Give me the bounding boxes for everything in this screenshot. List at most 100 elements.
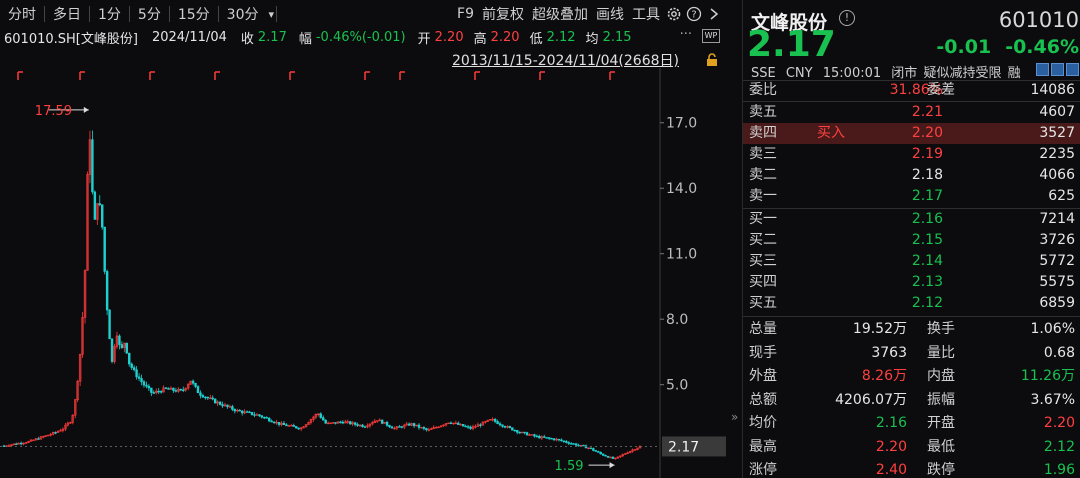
- candle-body: [501, 424, 504, 427]
- candle-body: [179, 388, 183, 391]
- draw-line-button[interactable]: 画线: [592, 4, 628, 24]
- candle-body: [19, 442, 23, 445]
- candle-body: [547, 437, 551, 439]
- candle-body: [135, 369, 138, 378]
- stat-label: 内盘: [927, 368, 955, 384]
- close-label: 收: [240, 31, 254, 47]
- candle-body: [535, 435, 539, 438]
- candle-body: [285, 424, 288, 427]
- more-icon[interactable]: ···: [680, 27, 692, 42]
- candle-body: [577, 444, 580, 447]
- alert-icon[interactable]: [1066, 63, 1079, 76]
- sell-row[interactable]: 卖三 2.19 2235: [743, 144, 1080, 165]
- last-price-label: 2.17: [668, 439, 699, 455]
- buy-level-label: 买三: [749, 253, 777, 269]
- candle-body: [248, 411, 251, 413]
- quote-panel: 文峰股份 ! 601010 2.17 -0.01 -0.46% SSE CNY 1…: [742, 0, 1080, 478]
- candle-body: [167, 388, 170, 390]
- candle-body: [552, 438, 556, 441]
- stat-label: 换手: [927, 321, 955, 337]
- sell-row[interactable]: 卖四 买入 2.20 3527: [743, 123, 1080, 144]
- buy-volume: 6859: [1039, 295, 1075, 311]
- buy-level-label: 买二: [749, 232, 777, 248]
- period-dropdown-icon[interactable]: ▾: [267, 8, 277, 21]
- candle-body: [2, 445, 6, 447]
- toolbar-right: F9 前复权 超级叠加 画线 工具 ?: [453, 0, 724, 28]
- low-value: 2.12: [546, 29, 576, 45]
- help-icon[interactable]: ?: [684, 4, 704, 24]
- super-overlay-button[interactable]: 超级叠加: [528, 4, 592, 24]
- buy-price: 2.13: [911, 274, 943, 290]
- event-flag-icon: [399, 71, 405, 80]
- collapse-arrow-icon[interactable]: »: [731, 410, 738, 424]
- candle-body: [513, 429, 516, 432]
- candle-body: [108, 309, 111, 340]
- tab-30min[interactable]: 30分: [219, 4, 267, 24]
- candle-body: [543, 436, 546, 438]
- tab-15min[interactable]: 15分: [170, 4, 218, 24]
- forward-adjust-button[interactable]: 前复权: [478, 4, 528, 24]
- chevron-right-icon[interactable]: [704, 4, 724, 24]
- candle-body: [150, 387, 153, 393]
- buy-row[interactable]: 买五 2.12 6859: [743, 293, 1080, 314]
- gear-icon[interactable]: [664, 4, 684, 24]
- buy-row[interactable]: 买四 2.13 5575: [743, 272, 1080, 293]
- buy-price: 2.12: [911, 295, 943, 311]
- stats-row: 均价 2.16 开盘 2.20: [743, 411, 1080, 435]
- stat-label: 最高: [749, 438, 777, 455]
- stat-label: 总量: [749, 321, 777, 337]
- open-label: 开: [417, 31, 431, 47]
- high-label: 高: [473, 31, 487, 47]
- candle-body: [525, 432, 529, 436]
- candle-body: [322, 417, 325, 421]
- tab-5min[interactable]: 5分: [130, 4, 169, 24]
- buy-in-tag[interactable]: 买入: [817, 123, 845, 144]
- candle-body: [204, 396, 207, 399]
- margin-badge: 融: [1007, 66, 1021, 81]
- f9-button[interactable]: F9: [453, 6, 478, 22]
- tools-button[interactable]: 工具: [628, 4, 664, 24]
- chart-panel: 分时 多日 1分 5分 15分 30分 ▾ F9 前复权 超级叠加 画线 工具 …: [0, 0, 728, 478]
- tab-1min[interactable]: 1分: [90, 4, 129, 24]
- sell-row[interactable]: 卖二 2.18 4066: [743, 165, 1080, 186]
- candle-body: [54, 432, 57, 434]
- sell-row[interactable]: 卖一 2.17 625: [743, 186, 1080, 207]
- candle-body: [334, 422, 337, 424]
- buy-row[interactable]: 买一 2.16 7214: [743, 209, 1080, 230]
- candle-body: [231, 406, 234, 410]
- candle-body: [172, 387, 175, 391]
- buy-row[interactable]: 买二 2.15 3726: [743, 230, 1080, 251]
- tab-intraday[interactable]: 分时: [0, 4, 44, 24]
- candle-body: [390, 426, 394, 429]
- candle-body: [349, 421, 352, 425]
- reduction-notice: 疑似减持受限: [923, 66, 1002, 81]
- candle-body: [496, 421, 499, 424]
- candle-body: [594, 450, 597, 452]
- candle-body: [140, 378, 143, 383]
- candle-body: [226, 404, 229, 407]
- candle-body: [164, 387, 168, 389]
- stats-row: 总额 4206.07万 振幅 3.67%: [743, 388, 1080, 412]
- stat-label: 跌停: [927, 462, 955, 478]
- buy-row[interactable]: 买三 2.14 5772: [743, 251, 1080, 272]
- candle-body: [93, 191, 97, 220]
- symbol-label: 601010.SH[文峰股份]: [4, 31, 138, 47]
- sell-volume: 2235: [1039, 146, 1075, 162]
- candle-body: [592, 448, 595, 451]
- sell-level-label: 卖二: [749, 167, 777, 183]
- wp-icon[interactable]: WP: [702, 29, 720, 43]
- stat-value: 3763: [871, 344, 907, 361]
- note-icon[interactable]: [1051, 63, 1064, 76]
- tab-multiday[interactable]: 多日: [45, 4, 89, 24]
- event-flag-icon: [17, 71, 23, 80]
- date-range-label[interactable]: 2013/11/15-2024/11/04(2668日): [452, 50, 679, 70]
- high-value: 2.20: [490, 29, 520, 45]
- event-flag-icon: [364, 71, 370, 80]
- quote-header: 文峰股份 ! 601010 2.17 -0.01 -0.46% SSE CNY 1…: [743, 0, 1080, 81]
- sell-row[interactable]: 卖五 2.21 4607: [743, 102, 1080, 123]
- kline-chart[interactable]: 17.0 14.0 11.0 8.0 5.0 17.59 1.59 2.17: [0, 68, 728, 478]
- candle-body: [511, 427, 514, 431]
- info-icon[interactable]: !: [839, 10, 855, 26]
- edit-icon[interactable]: [1036, 63, 1049, 76]
- candle-body: [341, 421, 345, 424]
